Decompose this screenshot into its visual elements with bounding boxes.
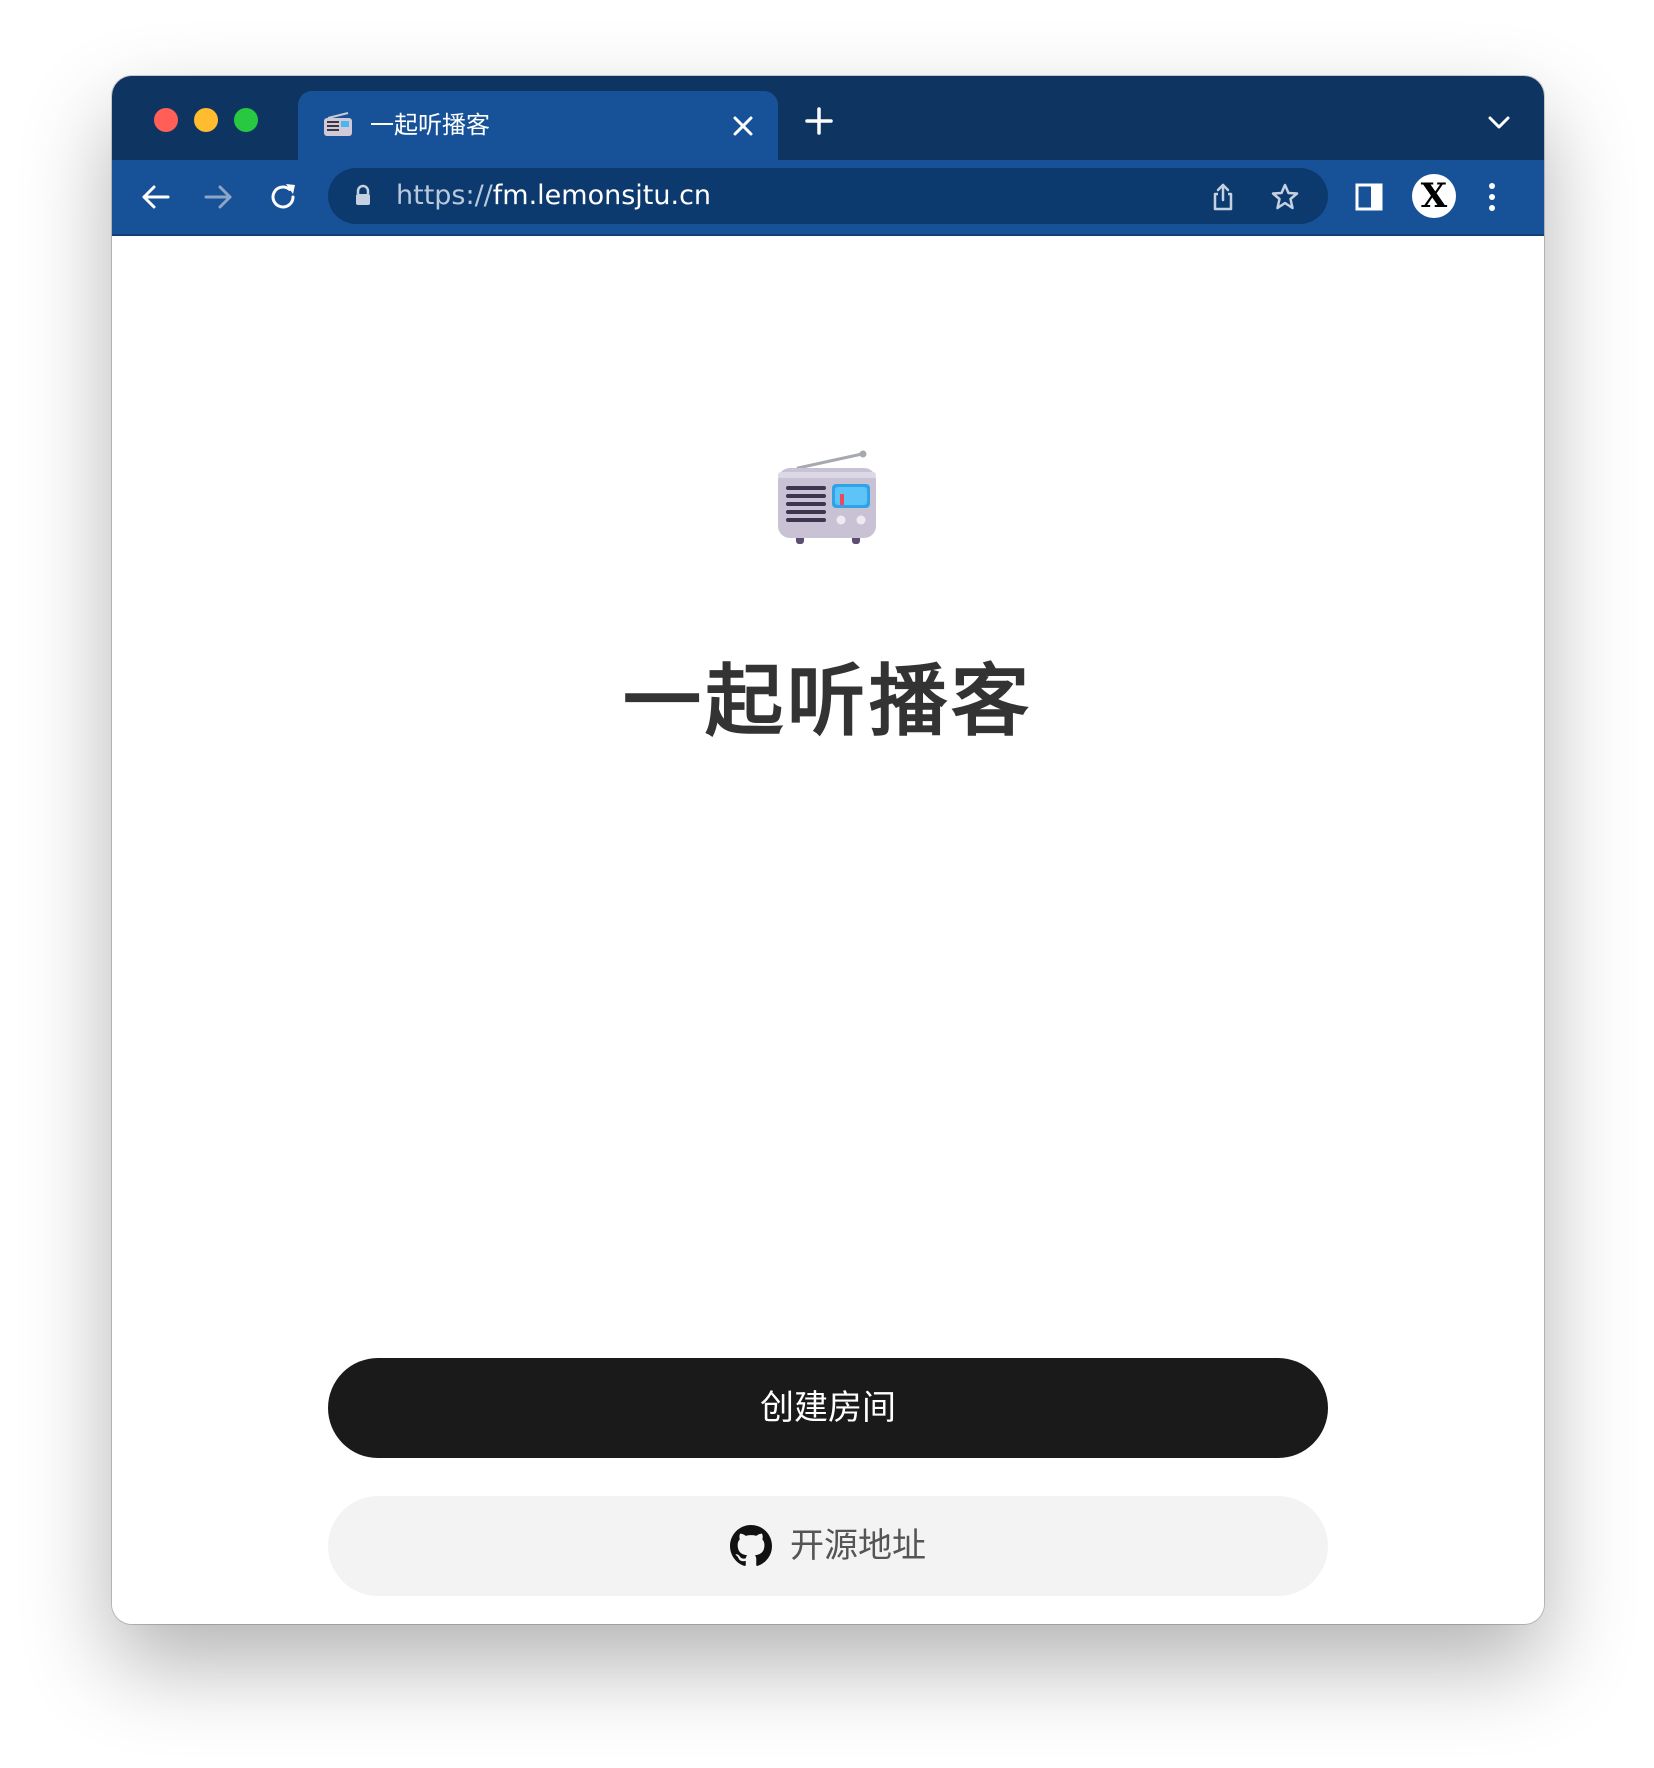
tab-strip: 一起听播客 (112, 76, 1544, 160)
source-code-button[interactable]: 开源地址 (328, 1496, 1328, 1596)
create-room-label: 创建房间 (760, 1388, 896, 1428)
github-icon (730, 1525, 772, 1566)
address-bar[interactable]: https://fm.lemonsjtu.cn (328, 168, 1328, 224)
minimize-window-button[interactable] (194, 108, 218, 132)
create-room-button[interactable]: 创建房间 (328, 1358, 1328, 1458)
new-tab-plus-icon[interactable] (804, 106, 834, 136)
forward-arrow-icon[interactable] (202, 180, 236, 214)
tab-active[interactable]: 一起听播客 (298, 91, 778, 160)
profile-avatar[interactable]: X (1412, 174, 1456, 218)
more-menu-icon[interactable] (1486, 180, 1498, 214)
chevron-down-icon[interactable] (1486, 112, 1512, 132)
reload-icon[interactable] (266, 180, 300, 214)
side-panel-icon[interactable] (1354, 182, 1384, 212)
radio-icon (778, 450, 876, 544)
lock-icon[interactable] (354, 184, 372, 206)
source-code-label: 开源地址 (790, 1526, 926, 1566)
tab-title: 一起听播客 (370, 111, 490, 139)
browser-window: 一起听播客 https://fm.lemonsjtu.cn X 一起听播客 创建… (112, 76, 1544, 1624)
close-icon[interactable] (730, 113, 756, 139)
browser-toolbar: https://fm.lemonsjtu.cn X (112, 160, 1544, 234)
url-host: fm.lemonsjtu.cn (492, 180, 712, 211)
zoom-window-button[interactable] (234, 108, 258, 132)
star-icon[interactable] (1270, 182, 1300, 212)
back-arrow-icon[interactable] (138, 180, 172, 214)
radio-icon (324, 112, 352, 136)
page-title: 一起听播客 (622, 657, 1033, 747)
close-window-button[interactable] (154, 108, 178, 132)
url-text[interactable]: https://fm.lemonsjtu.cn (396, 180, 711, 212)
page-content: 一起听播客 创建房间 开源地址 (112, 236, 1544, 1624)
share-icon[interactable] (1208, 182, 1238, 212)
url-scheme: https:// (396, 180, 493, 211)
